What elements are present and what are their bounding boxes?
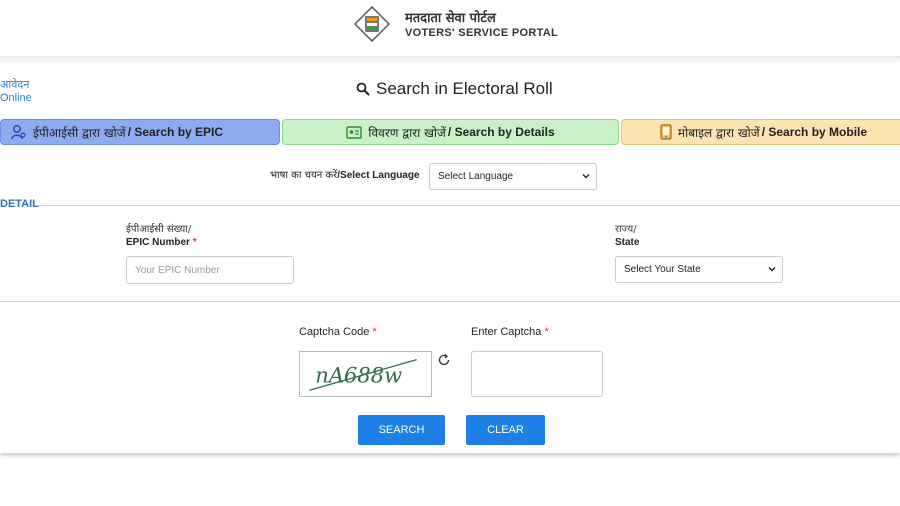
state-label: State <box>615 237 640 248</box>
language-label-english: /Select Language <box>337 170 420 181</box>
refresh-captcha-icon[interactable] <box>437 353 451 367</box>
tab-mobile-hindi: मोबाइल द्वारा खोजें <box>677 125 760 140</box>
enter-captcha-label-text: Enter Captcha <box>471 326 542 338</box>
state-select-value: Select Your State <box>624 264 701 275</box>
tab-search-by-mobile[interactable]: मोबाइल द्वारा खोजें / Search by Mobile <box>621 119 900 145</box>
captcha-code-label-text: Captcha Code <box>299 326 370 338</box>
language-label: भाषा का चयन करें/Select Language <box>270 167 420 181</box>
page-title: Search in Electoral Roll <box>356 79 553 99</box>
detail-divider <box>36 205 900 206</box>
side-link-apply[interactable]: आवेदन <box>0 77 29 92</box>
state-select[interactable]: Select Your State <box>615 256 783 283</box>
tab-details-hindi: विवरण द्वारा खोजें <box>368 125 446 140</box>
search-icon <box>356 82 370 96</box>
side-link-online[interactable]: Online <box>0 92 32 104</box>
tab-details-english: / Search by Details <box>447 125 555 139</box>
portal-title-english: VOTERS' SERVICE PORTAL <box>405 27 559 39</box>
required-marker: * <box>192 237 197 248</box>
chevron-down-icon <box>768 267 776 272</box>
language-select-value: Select Language <box>438 171 514 182</box>
top-header: मतदाता सेवा पोर्टल VOTERS' SERVICE PORTA… <box>0 0 900 58</box>
section-divider <box>0 301 900 302</box>
state-label-hindi: राज्य/ <box>615 224 637 235</box>
detail-section-label: DETAIL <box>0 198 39 210</box>
tab-search-by-details[interactable]: विवरण द्वारा खोजें / Search by Details <box>282 119 619 145</box>
clear-button[interactable]: CLEAR <box>466 415 545 445</box>
captcha-image: nA688w <box>299 351 432 397</box>
epic-label-text: EPIC Number <box>126 237 190 248</box>
enter-captcha-label: Enter Captcha * <box>471 326 549 338</box>
captcha-text: nA688w <box>315 363 402 388</box>
language-select[interactable]: Select Language <box>429 163 597 190</box>
tab-epic-hindi: ईपीआईसी द्वारा खोजें <box>33 125 126 140</box>
epic-label: EPIC Number * <box>126 237 197 248</box>
captcha-code-label: Captcha Code * <box>299 326 377 338</box>
epic-number-input[interactable] <box>126 256 294 284</box>
search-button[interactable]: SEARCH <box>358 415 445 445</box>
epic-label-hindi: ईपीआईसी संख्या/ <box>126 224 192 235</box>
search-card: आवेदन Online Search in Electoral Roll ईप… <box>0 63 900 453</box>
language-label-hindi: भाषा का चयन करें <box>270 170 338 181</box>
required-marker: * <box>372 326 377 338</box>
portal-title-hindi: मतदाता सेवा पोर्टल <box>405 11 496 26</box>
eci-logo-icon <box>354 6 390 42</box>
required-marker: * <box>544 326 549 338</box>
tab-mobile-english: / Search by Mobile <box>761 125 868 139</box>
tab-search-by-epic[interactable]: ईपीआईसी द्वारा खोजें / Search by EPIC <box>0 119 280 145</box>
chevron-down-icon <box>582 174 590 179</box>
id-card-icon <box>346 126 363 139</box>
user-search-icon <box>11 125 26 140</box>
mobile-phone-icon <box>660 124 672 140</box>
page-title-text: Search in Electoral Roll <box>376 79 553 98</box>
tab-epic-english: / Search by EPIC <box>127 125 224 139</box>
header-divider <box>0 56 900 62</box>
captcha-input[interactable] <box>471 351 603 397</box>
